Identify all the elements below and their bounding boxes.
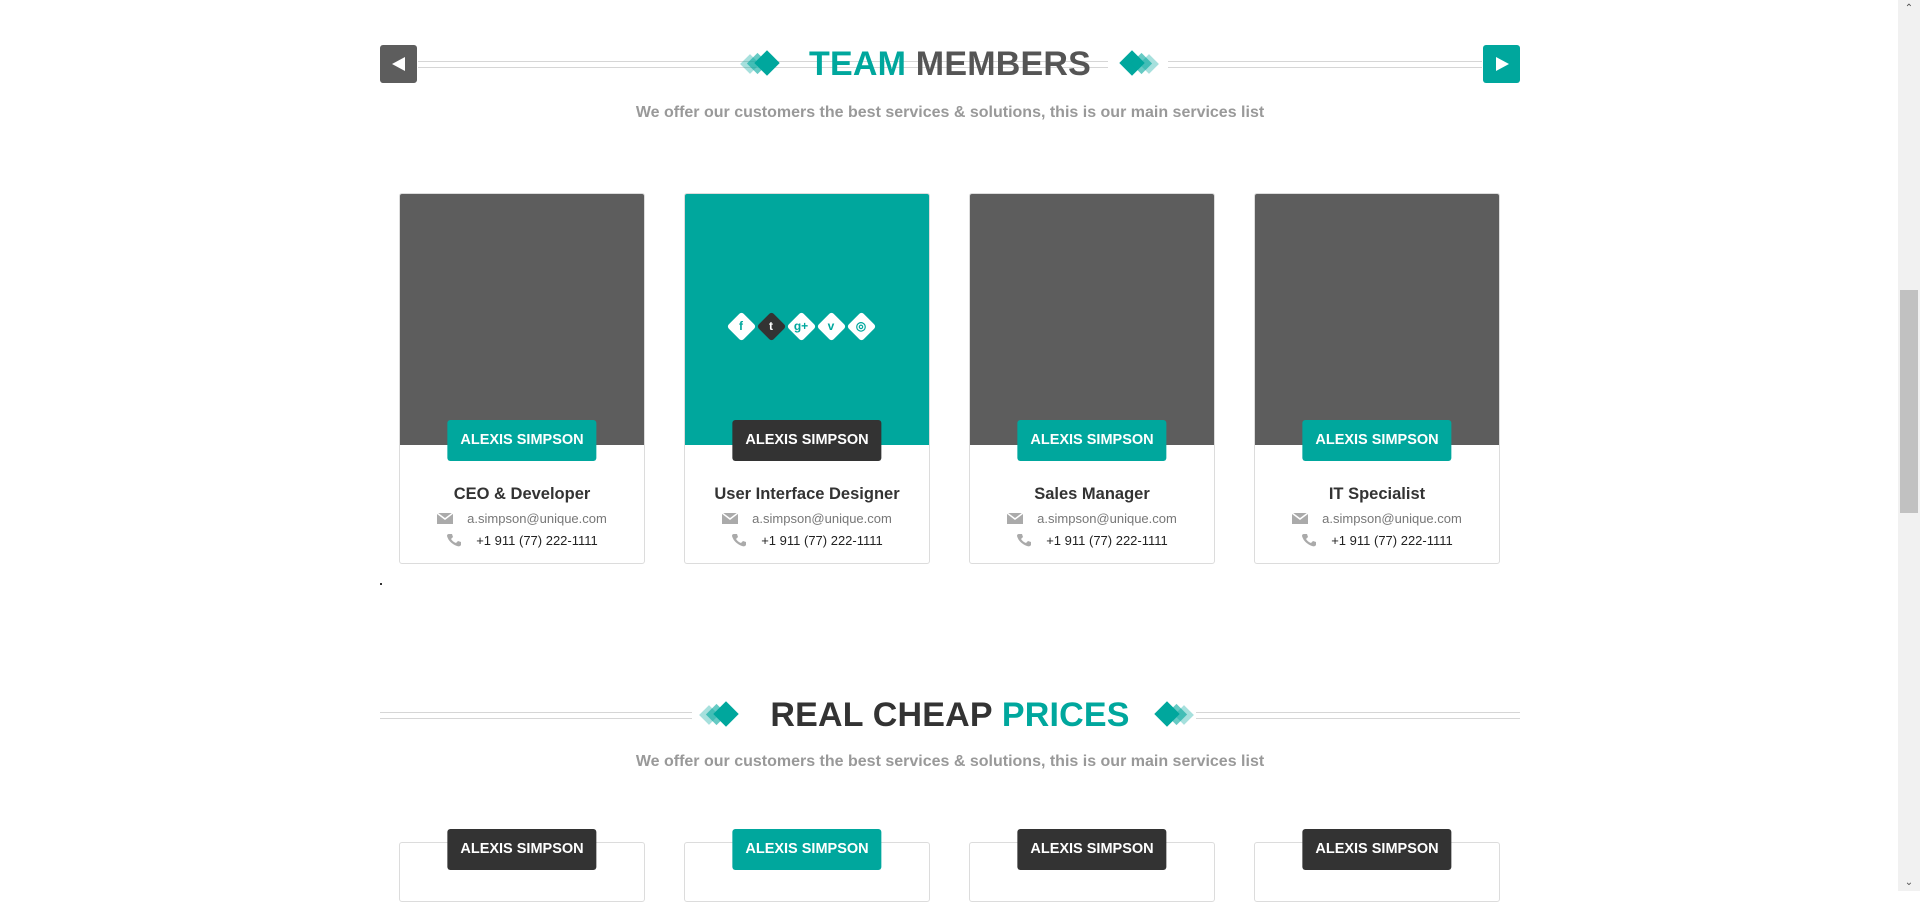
member-photo[interactable] (400, 194, 644, 445)
team-title-rest: MEMBERS (915, 45, 1091, 83)
scroll-up-arrow-icon[interactable]: ⌃ (1898, 0, 1920, 17)
pricing-card: ALEXIS SIMPSON (969, 829, 1215, 902)
member-role: IT Specialist (1328, 485, 1426, 503)
member-phone-row: +1 911 (77) 222-1111 (400, 533, 644, 548)
team-title: TEAM MEMBERS (380, 44, 1520, 84)
phone-icon (1302, 534, 1317, 547)
plan-name-badge[interactable]: ALEXIS SIMPSON (1302, 829, 1452, 870)
member-name-badge[interactable]: ALEXIS SIMPSON (447, 420, 597, 461)
member-email-row: a.simpson@unique.com (970, 511, 1214, 526)
phone-icon (1017, 534, 1032, 547)
team-card: ALEXIS SIMPSON Sales Manager a.simpson@u… (969, 193, 1215, 564)
team-subtitle: We offer our customers the best services… (635, 104, 1265, 121)
twitter-icon[interactable]: t (757, 312, 785, 340)
envelope-icon (1292, 512, 1309, 524)
social-links: f t g+ v ◎ (727, 306, 887, 346)
member-email-row: a.simpson@unique.com (1255, 511, 1499, 526)
page: TEAM MEMBERS We offer our customers the … (0, 0, 1898, 902)
stray-dot (380, 583, 382, 585)
dribbble-icon[interactable]: ◎ (847, 312, 875, 340)
google-plus-icon[interactable]: g+ (787, 312, 815, 340)
envelope-icon (722, 512, 739, 524)
plan-name-badge[interactable]: ALEXIS SIMPSON (732, 829, 882, 870)
member-name-badge[interactable]: ALEXIS SIMPSON (1302, 420, 1452, 461)
member-photo[interactable] (1255, 194, 1499, 445)
plan-name-badge[interactable]: ALEXIS SIMPSON (1017, 829, 1167, 870)
member-photo[interactable] (970, 194, 1214, 445)
team-card: ALEXIS SIMPSON IT Specialist a.simpson@u… (1254, 193, 1500, 564)
team-title-accent: TEAM (809, 45, 907, 83)
member-phone[interactable]: +1 911 (77) 222-1111 (476, 533, 598, 548)
phone-icon (447, 534, 462, 547)
member-role: User Interface Designer (714, 485, 900, 503)
member-role: Sales Manager (1034, 485, 1150, 503)
member-role: CEO & Developer (453, 485, 591, 503)
member-email[interactable]: a.simpson@unique.com (752, 511, 892, 526)
member-phone[interactable]: +1 911 (77) 222-1111 (761, 533, 883, 548)
member-phone[interactable]: +1 911 (77) 222-1111 (1046, 533, 1168, 548)
team-card: ALEXIS SIMPSON CEO & Developer a.simpson… (399, 193, 645, 564)
team-header: TEAM MEMBERS (380, 44, 1520, 84)
team-card: f t g+ v ◎ ALEXIS SIMPSON User Interface… (684, 193, 930, 564)
member-email[interactable]: a.simpson@unique.com (1322, 511, 1462, 526)
member-phone[interactable]: +1 911 (77) 222-1111 (1331, 533, 1453, 548)
member-phone-row: +1 911 (77) 222-1111 (685, 533, 929, 548)
member-phone-row: +1 911 (77) 222-1111 (970, 533, 1214, 548)
member-email-row: a.simpson@unique.com (400, 511, 644, 526)
pricing-header: REAL CHEAP PRICES (380, 695, 1520, 735)
pricing-card: ALEXIS SIMPSON (1254, 829, 1500, 902)
member-email[interactable]: a.simpson@unique.com (1037, 511, 1177, 526)
phone-icon (732, 534, 747, 547)
pricing-subtitle: We offer our customers the best services… (635, 753, 1265, 770)
scroll-down-arrow-icon[interactable]: ⌄ (1898, 874, 1920, 891)
scrollbar-thumb[interactable] (1900, 290, 1918, 513)
pricing-card: ALEXIS SIMPSON (684, 829, 930, 902)
member-email[interactable]: a.simpson@unique.com (467, 511, 607, 526)
plan-name-badge[interactable]: ALEXIS SIMPSON (447, 829, 597, 870)
pricing-title-dark: REAL CHEAP (770, 696, 993, 734)
pricing-title: REAL CHEAP PRICES (380, 695, 1520, 735)
envelope-icon (1007, 512, 1024, 524)
vertical-scrollbar[interactable]: ⌃ ⌄ (1898, 0, 1920, 891)
member-phone-row: +1 911 (77) 222-1111 (1255, 533, 1499, 548)
member-email-row: a.simpson@unique.com (685, 511, 929, 526)
pricing-card: ALEXIS SIMPSON (399, 829, 645, 902)
facebook-icon[interactable]: f (727, 312, 755, 340)
member-name-badge[interactable]: ALEXIS SIMPSON (732, 420, 882, 461)
member-name-badge[interactable]: ALEXIS SIMPSON (1017, 420, 1167, 461)
envelope-icon (437, 512, 454, 524)
pricing-title-accent: PRICES (1001, 696, 1130, 734)
member-photo[interactable]: f t g+ v ◎ (685, 194, 929, 445)
vimeo-icon[interactable]: v (817, 312, 845, 340)
